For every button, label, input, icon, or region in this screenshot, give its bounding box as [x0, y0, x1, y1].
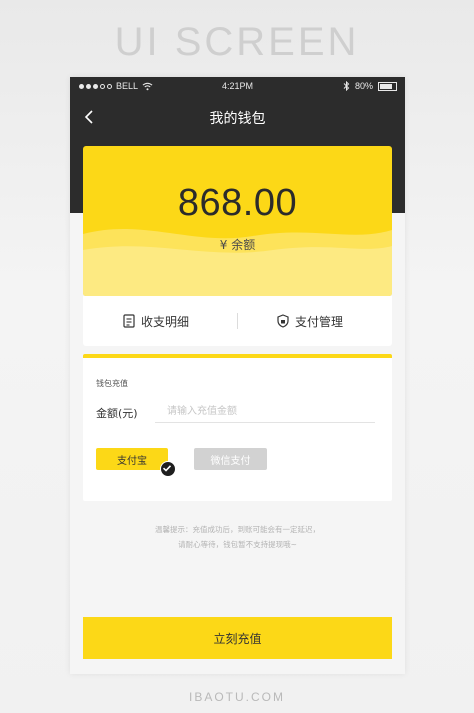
balance-label: ¥ 余额	[219, 238, 256, 252]
status-bar: BELL 4:21PM 80%	[70, 77, 405, 97]
nav-bar: 我的钱包	[70, 97, 405, 137]
wechat-pay-button[interactable]: 微信支付	[194, 448, 267, 470]
statement-button[interactable]: 收支明细	[123, 296, 189, 346]
payment-management-button[interactable]: 支付管理	[277, 296, 343, 346]
page-title: 我的钱包	[209, 111, 266, 127]
check-icon	[160, 461, 176, 477]
battery-icon	[378, 81, 397, 91]
wallet-actions: 收支明细 支付管理	[83, 296, 392, 346]
amount-input[interactable]	[155, 400, 375, 423]
payment-management-label: 支付管理	[295, 314, 344, 329]
bluetooth-icon	[343, 81, 350, 91]
statement-label: 收支明细	[141, 314, 190, 329]
document-icon	[123, 314, 135, 328]
footer-watermark: IBAOTU.COM	[188, 690, 285, 704]
actions-divider	[237, 313, 238, 329]
alipay-button[interactable]: 支付宝	[96, 448, 168, 470]
shield-icon	[277, 314, 289, 328]
balance-amount: 868.00	[177, 182, 298, 224]
tips-text: 温馨提示：充值成功后，到账可能会有一定延迟， 请耐心等待，钱包暂不支持提现哦~	[70, 522, 405, 552]
battery-percent: 80%	[354, 81, 373, 91]
phone-screen: BELL 4:21PM 80% 我的钱包 868.00 ¥ 余额 收支明细 支付…	[70, 77, 405, 674]
recharge-now-button[interactable]: 立刻充值	[83, 617, 392, 659]
recharge-form: 钱包充值 金额(元) 支付宝 微信支付	[83, 354, 392, 501]
tips-line-2: 请耐心等待，钱包暂不支持提现哦~	[178, 540, 297, 549]
section-label: 钱包充值	[96, 379, 128, 388]
tips-line-1: 温馨提示：充值成功后，到账可能会有一定延迟，	[155, 525, 320, 534]
banner-title: UI SCREEN	[114, 20, 360, 64]
balance-card: 868.00 ¥ 余额	[83, 146, 392, 296]
amount-label: 金额(元)	[96, 407, 138, 420]
wave-decoration	[83, 228, 392, 296]
